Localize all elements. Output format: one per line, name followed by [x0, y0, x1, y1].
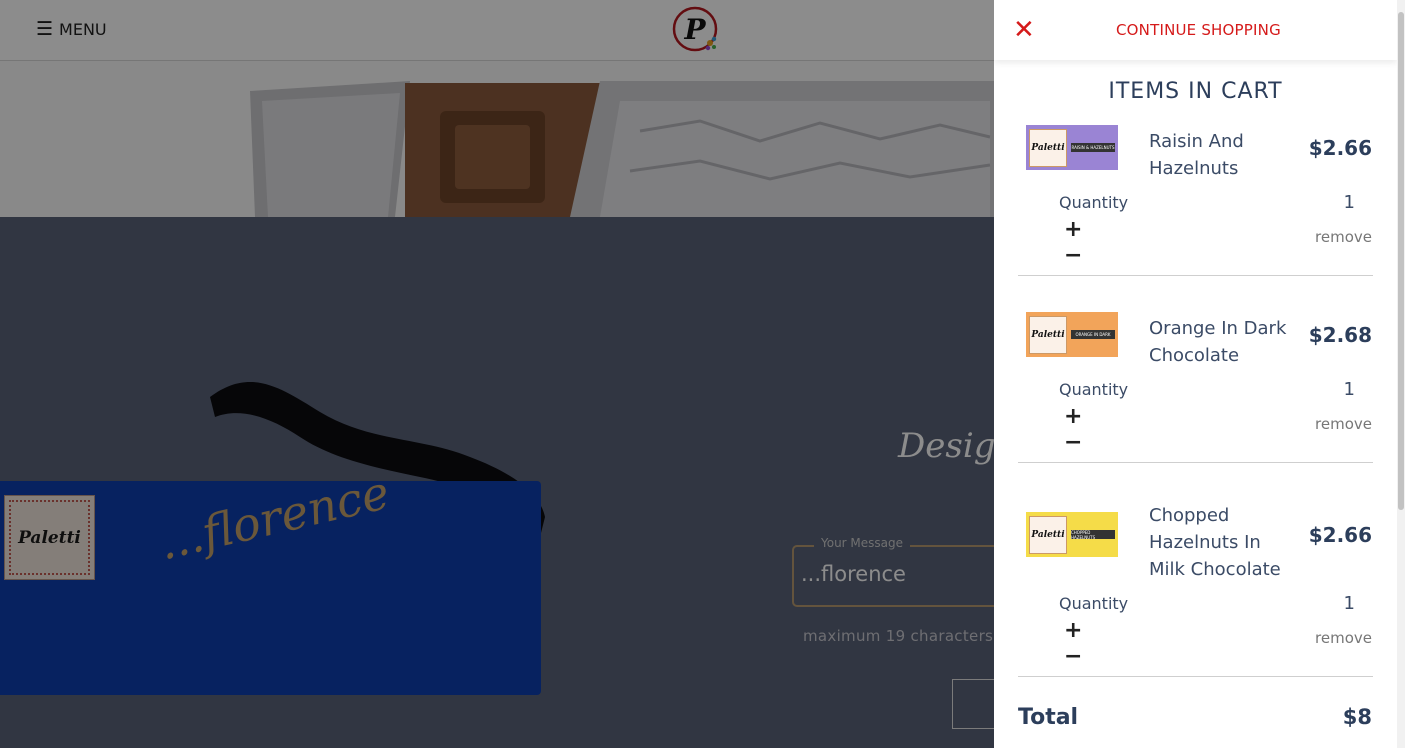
item-divider [1018, 676, 1373, 677]
decrease-quantity-button[interactable]: − [1064, 432, 1082, 454]
product-thumbnail: Paletti RAISIN & HAZELNUTS [1026, 125, 1118, 170]
quantity-label: Quantity [1059, 594, 1129, 613]
thumbnail-brand: Paletti [1029, 515, 1067, 554]
close-icon[interactable]: ✕ [1013, 17, 1035, 43]
quantity-value: 1 [1343, 593, 1355, 614]
item-price: $2.68 [1308, 323, 1372, 347]
item-name: Orange In Dark Chocolate [1149, 318, 1287, 366]
thumbnail-brand: Paletti [1029, 128, 1067, 167]
item-divider [1018, 462, 1373, 463]
quantity-label: Quantity [1059, 193, 1129, 212]
remove-item-link[interactable]: remove [1315, 415, 1372, 433]
product-thumbnail: Paletti CHOPPED HAZELNUTS [1026, 512, 1118, 557]
item-name: Chopped Hazelnuts In Milk Chocolate [1149, 505, 1281, 580]
increase-quantity-button[interactable]: + [1064, 620, 1082, 642]
decrease-quantity-button[interactable]: − [1064, 646, 1082, 668]
quantity-value: 1 [1343, 379, 1355, 400]
product-thumbnail: Paletti ORANGE IN DARK [1026, 312, 1118, 357]
item-divider [1018, 275, 1373, 276]
quantity-label: Quantity [1059, 380, 1129, 399]
quantity-value: 1 [1343, 192, 1355, 213]
item-price: $2.66 [1308, 136, 1372, 160]
scrollbar-thumb[interactable] [1398, 12, 1404, 510]
thumbnail-brand: Paletti [1029, 315, 1067, 354]
remove-item-link[interactable]: remove [1315, 629, 1372, 647]
total-value: $8 [1342, 705, 1372, 729]
thumbnail-band: CHOPPED HAZELNUTS [1071, 530, 1115, 540]
cart-drawer: ✕ CONTINUE SHOPPING ITEMS IN CART Palett… [994, 0, 1397, 748]
cart-title: ITEMS IN CART [1108, 79, 1283, 104]
increase-quantity-button[interactable]: + [1064, 406, 1082, 428]
thumbnail-band: RAISIN & HAZELNUTS [1071, 143, 1115, 152]
remove-item-link[interactable]: remove [1315, 228, 1372, 246]
thumbnail-band: ORANGE IN DARK [1071, 330, 1115, 339]
total-label: Total [1018, 705, 1079, 730]
cart-drawer-header: ✕ CONTINUE SHOPPING [994, 0, 1397, 60]
continue-shopping-link[interactable]: CONTINUE SHOPPING [1116, 21, 1281, 39]
increase-quantity-button[interactable]: + [1064, 219, 1082, 241]
decrease-quantity-button[interactable]: − [1064, 245, 1082, 267]
page-scrollbar[interactable] [1397, 0, 1405, 748]
item-price: $2.66 [1308, 523, 1372, 547]
item-name: Raisin And Hazelnuts [1149, 131, 1244, 179]
